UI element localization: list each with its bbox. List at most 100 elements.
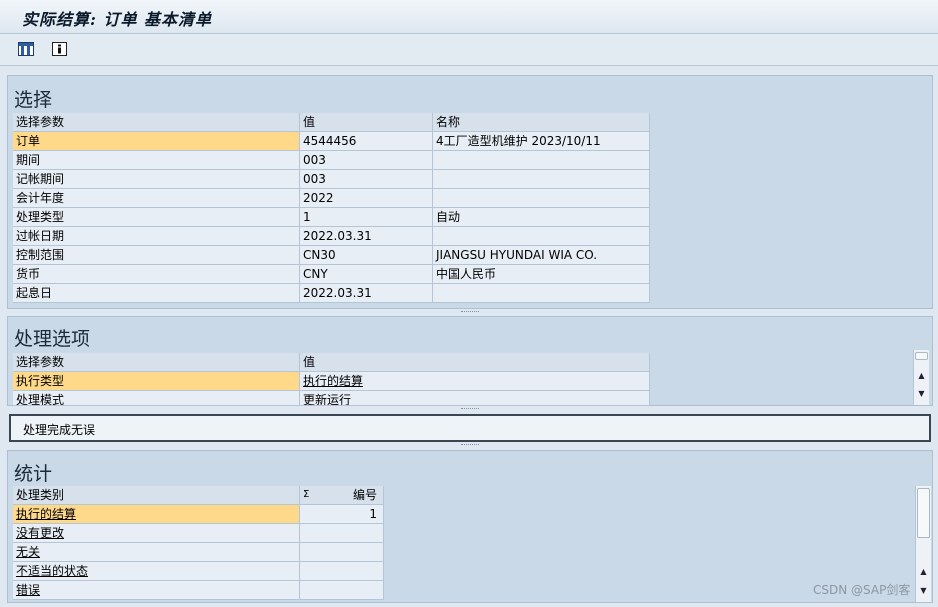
param-cell: 控制范围 bbox=[13, 246, 300, 265]
watermark: CSDN @SAP剑客 bbox=[813, 583, 911, 597]
param-cell: 起息日 bbox=[13, 284, 300, 303]
table-row[interactable]: 货币 CNY 中国人民币 bbox=[13, 265, 650, 284]
info-button[interactable] bbox=[49, 40, 69, 58]
name-cell: JIANGSU HYUNDAI WIA CO. bbox=[433, 246, 650, 265]
name-cell bbox=[433, 151, 650, 170]
column-header[interactable]: 选择参数 bbox=[13, 353, 300, 372]
status-message: 处理完成无误 bbox=[23, 423, 96, 437]
toolbar bbox=[0, 34, 938, 66]
selection-panel: 选择 选择参数 值 名称 订单 4544456 4工厂造型机维护 2023/10… bbox=[7, 75, 933, 309]
param-cell: 货币 bbox=[13, 265, 300, 284]
name-cell: 中国人民币 bbox=[433, 265, 650, 284]
title-bar: 实际结算: 订单 基本清单 bbox=[0, 0, 938, 34]
splitter-handle[interactable] bbox=[461, 408, 479, 411]
name-cell bbox=[433, 227, 650, 246]
table-row[interactable]: 不适当的状态 bbox=[13, 562, 384, 581]
count-cell bbox=[300, 581, 384, 600]
column-header[interactable]: Σ 编号 bbox=[300, 486, 384, 505]
param-cell: 记帐期间 bbox=[13, 170, 300, 189]
splitter-handle[interactable] bbox=[461, 311, 479, 314]
sum-icon: Σ bbox=[303, 489, 310, 500]
scroll-down-icon[interactable]: ▼ bbox=[916, 388, 927, 400]
table-row[interactable]: 执行的结算 1 bbox=[13, 505, 384, 524]
value-cell: 2022.03.31 bbox=[300, 284, 433, 303]
count-cell bbox=[300, 524, 384, 543]
table-row[interactable]: 控制范围 CN30 JIANGSU HYUNDAI WIA CO. bbox=[13, 246, 650, 265]
scroll-up-icon[interactable]: ▲ bbox=[918, 566, 929, 578]
param-cell: 期间 bbox=[13, 151, 300, 170]
value-cell: 2022 bbox=[300, 189, 433, 208]
name-cell bbox=[433, 189, 650, 208]
value-cell: 1 bbox=[300, 208, 433, 227]
value-link[interactable]: 更新运行 bbox=[303, 393, 351, 405]
category-cell: 错误 bbox=[13, 581, 300, 600]
selection-header-row: 选择参数 值 名称 bbox=[13, 113, 650, 132]
statistics-heading: 统计 bbox=[14, 463, 53, 485]
table-row[interactable]: 没有更改 bbox=[13, 524, 384, 543]
scroll-down-icon[interactable]: ▼ bbox=[918, 585, 929, 597]
category-cell: 没有更改 bbox=[13, 524, 300, 543]
value-cell: 003 bbox=[300, 170, 433, 189]
value-cell: 4544456 bbox=[300, 132, 433, 151]
statistics-panel: 统计 处理类别 Σ 编号 执行的结算 1 没有更改 无关 不适当的状态 错误 ▲… bbox=[7, 450, 933, 603]
name-cell: 自动 bbox=[433, 208, 650, 227]
processing-heading: 处理选项 bbox=[14, 328, 91, 350]
splitter-handle[interactable] bbox=[461, 444, 479, 447]
column-header[interactable]: 选择参数 bbox=[13, 113, 300, 132]
scroll-up-icon[interactable]: ▲ bbox=[916, 370, 927, 382]
table-row[interactable]: 无关 bbox=[13, 543, 384, 562]
category-cell: 不适当的状态 bbox=[13, 562, 300, 581]
status-message-box: 处理完成无误 bbox=[9, 414, 931, 442]
layout-grid-button[interactable] bbox=[16, 40, 36, 58]
param-cell: 会计年度 bbox=[13, 189, 300, 208]
statistics-header-row: 处理类别 Σ 编号 bbox=[13, 486, 384, 505]
page-title: 实际结算: 订单 基本清单 bbox=[22, 10, 213, 29]
column-header[interactable]: 值 bbox=[300, 113, 433, 132]
category-cell: 无关 bbox=[13, 543, 300, 562]
column-header[interactable]: 处理类别 bbox=[13, 486, 300, 505]
category-link[interactable]: 执行的结算 bbox=[16, 507, 76, 521]
table-row[interactable]: 期间 003 bbox=[13, 151, 650, 170]
selection-heading: 选择 bbox=[14, 89, 53, 111]
vertical-scrollbar[interactable]: ▲ ▼ bbox=[913, 350, 929, 405]
name-cell: 4工厂造型机维护 2023/10/11 bbox=[433, 132, 650, 151]
table-row[interactable]: 处理模式 更新运行 bbox=[13, 391, 650, 406]
category-cell: 执行的结算 bbox=[13, 505, 300, 524]
table-row[interactable]: 执行类型 执行的结算 bbox=[13, 372, 650, 391]
param-cell: 订单 bbox=[13, 132, 300, 151]
scroll-thumb[interactable] bbox=[917, 488, 930, 538]
count-cell: 1 bbox=[300, 505, 384, 524]
value-cell: 003 bbox=[300, 151, 433, 170]
column-header[interactable]: 值 bbox=[300, 353, 650, 372]
param-cell: 过帐日期 bbox=[13, 227, 300, 246]
name-cell bbox=[433, 284, 650, 303]
table-row[interactable]: 起息日 2022.03.31 bbox=[13, 284, 650, 303]
table-row[interactable]: 错误 bbox=[13, 581, 384, 600]
table-row[interactable]: 会计年度 2022 bbox=[13, 189, 650, 208]
table-row[interactable]: 订单 4544456 4工厂造型机维护 2023/10/11 bbox=[13, 132, 650, 151]
value-cell: CN30 bbox=[300, 246, 433, 265]
vertical-scrollbar[interactable]: ▲ ▼ bbox=[915, 486, 931, 602]
processing-header-row: 选择参数 值 bbox=[13, 353, 650, 372]
param-cell: 处理类型 bbox=[13, 208, 300, 227]
table-row[interactable]: 记帐期间 003 bbox=[13, 170, 650, 189]
column-header[interactable]: 名称 bbox=[433, 113, 650, 132]
category-link[interactable]: 不适当的状态 bbox=[16, 564, 88, 578]
table-row[interactable]: 过帐日期 2022.03.31 bbox=[13, 227, 650, 246]
value-cell: 执行的结算 bbox=[300, 372, 650, 391]
scroll-thumb[interactable] bbox=[915, 352, 928, 360]
table-row[interactable]: 处理类型 1 自动 bbox=[13, 208, 650, 227]
info-icon bbox=[51, 42, 67, 56]
category-link[interactable]: 无关 bbox=[16, 545, 40, 559]
value-cell: 2022.03.31 bbox=[300, 227, 433, 246]
value-link[interactable]: 执行的结算 bbox=[303, 374, 363, 388]
param-cell: 处理模式 bbox=[13, 391, 300, 406]
column-header-label: 编号 bbox=[352, 488, 377, 502]
processing-panel: 处理选项 选择参数 值 执行类型 执行的结算 处理模式 更新运行 ▲ ▼ bbox=[7, 316, 933, 406]
category-link[interactable]: 没有更改 bbox=[16, 526, 64, 540]
value-cell: 更新运行 bbox=[300, 391, 650, 406]
layout-grid-icon bbox=[18, 42, 34, 56]
name-cell bbox=[433, 170, 650, 189]
category-link[interactable]: 错误 bbox=[16, 583, 40, 597]
count-cell bbox=[300, 543, 384, 562]
